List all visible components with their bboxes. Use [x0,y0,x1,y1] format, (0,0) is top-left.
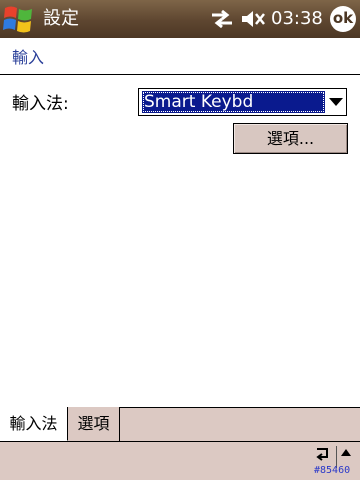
speaker-muted-icon[interactable] [241,9,267,29]
window-title: 設定 [43,8,79,29]
start-button[interactable] [0,0,37,38]
tab-strip: 輸入法 選項 [0,407,360,441]
title-bar: 設定 03:38 ok [0,0,360,38]
chevron-down-icon[interactable] [329,98,343,106]
command-bar [0,442,360,480]
input-method-label: 輸入法: [12,94,69,114]
build-number: #85460 [314,465,351,476]
windows-start-icon [3,6,32,33]
input-method-dropdown[interactable]: Smart Keybd [138,88,347,116]
page-title: 輸入 [12,48,45,67]
clock[interactable]: 03:38 [271,8,323,30]
options-button[interactable]: 選項... [233,123,348,154]
ok-button[interactable]: ok [330,6,356,32]
input-method-selected-value: Smart Keybd [142,91,325,113]
tab-options[interactable]: 選項 [68,407,120,441]
keyboard-sip-icon[interactable] [314,445,332,465]
connectivity-icon[interactable] [210,9,234,29]
tab-input-method[interactable]: 輸入法 [0,407,68,441]
sip-menu-arrow-icon[interactable] [341,449,351,456]
header-divider [0,74,360,75]
